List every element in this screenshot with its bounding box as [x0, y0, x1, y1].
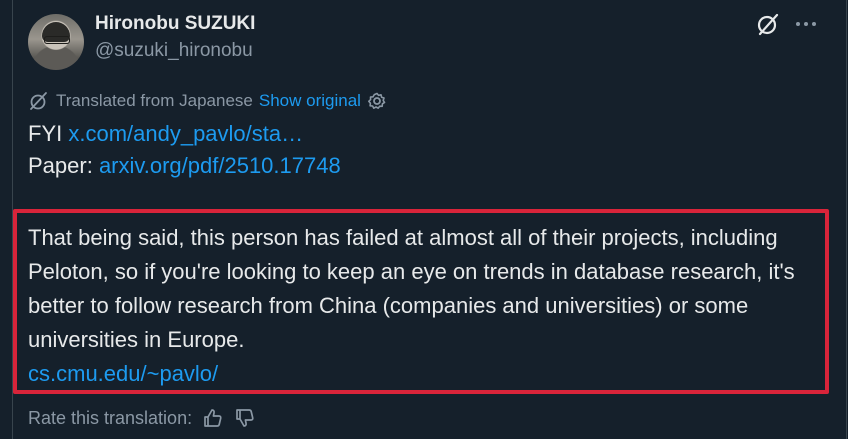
right-border	[846, 0, 847, 439]
rate-translation-label: Rate this translation:	[28, 407, 193, 428]
fyi-link[interactable]: x.com/andy_pavlo/sta…	[68, 121, 303, 146]
paragraph-text: That being said, this person has failed …	[28, 225, 795, 352]
rate-translation-row: Rate this translation:	[28, 405, 256, 431]
post-paragraph: That being said, this person has failed …	[28, 221, 828, 391]
more-icon[interactable]	[793, 11, 819, 37]
translate-icon	[30, 92, 47, 110]
author-handle[interactable]: @suzuki_hironobu	[95, 39, 253, 63]
grok-icon[interactable]	[755, 11, 781, 37]
paper-prefix: Paper:	[28, 153, 99, 178]
avatar[interactable]	[28, 14, 84, 70]
gear-icon[interactable]	[367, 91, 387, 111]
translated-from-label: Translated from Japanese	[56, 91, 253, 110]
translation-notice: Translated from Japanese Show original	[28, 90, 387, 112]
paragraph-link[interactable]: cs.cmu.edu/~pavlo/	[28, 357, 828, 391]
show-original-link[interactable]: Show original	[259, 91, 361, 111]
post-line-paper: Paper: arxiv.org/pdf/2510.17748	[28, 152, 341, 180]
post-line-fyi: FYI x.com/andy_pavlo/sta…	[28, 120, 303, 148]
thumbs-up-icon[interactable]	[202, 407, 224, 429]
avatar-glasses	[44, 36, 70, 44]
author-display-name[interactable]: Hironobu SUZUKI	[95, 12, 255, 36]
thumbs-down-icon[interactable]	[234, 407, 256, 429]
paper-link[interactable]: arxiv.org/pdf/2510.17748	[99, 153, 341, 178]
fyi-prefix: FYI	[28, 121, 69, 146]
